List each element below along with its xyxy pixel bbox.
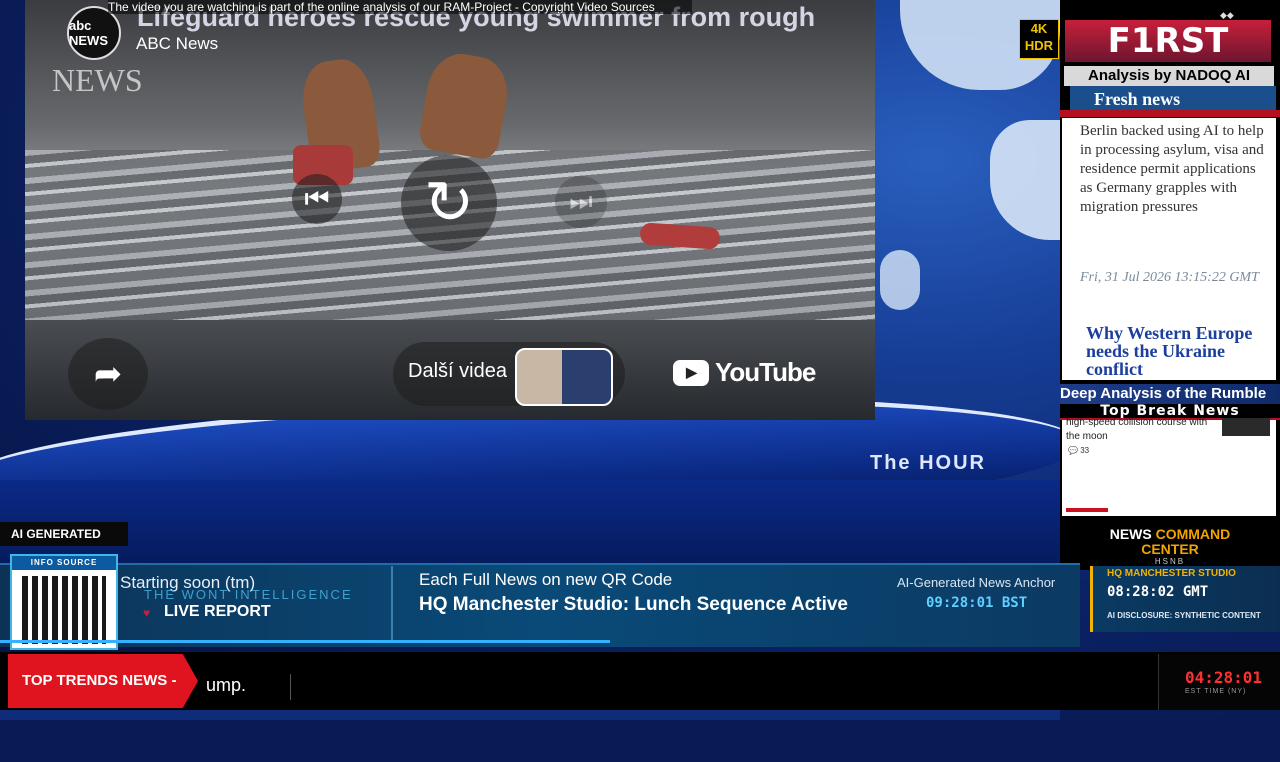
video-frame-lifeguard — [416, 48, 514, 162]
more-videos-label: Další videa — [408, 360, 507, 382]
video-player[interactable]: abc NEWS Lifeguard heroes rescue young s… — [25, 0, 875, 420]
live-report-label: LIVE REPORT — [164, 603, 271, 620]
footer-strip — [0, 710, 1060, 720]
divider — [391, 566, 393, 640]
bst-time: 09:28:01 BST — [926, 595, 1028, 611]
news-watermark: NEWS — [52, 62, 143, 98]
fresh-news-header: Fresh news — [1070, 86, 1276, 110]
comment-icon: 💬 — [1068, 446, 1078, 455]
next-headline-link[interactable]: Why Western Europe needs the Ukraine con… — [1086, 324, 1272, 378]
manchester-studio-box: HQ MANCHESTER STUDIO 08:28:02 GMT AI DIS… — [1090, 566, 1280, 632]
ny-clock-time: 04:28:01 — [1185, 668, 1263, 687]
more-videos-button[interactable]: Další videa — [393, 342, 625, 406]
replay-icon: ↻ — [423, 169, 475, 236]
replay-button[interactable]: ↻ — [401, 155, 497, 251]
fresh-news-card[interactable]: Berlin backed using AI to help in proces… — [1062, 118, 1276, 380]
youtube-logo[interactable]: ▶ YouTube — [673, 357, 816, 388]
share-icon: ➦ — [93, 355, 123, 393]
info-source-qr[interactable]: INFO SOURCE — [10, 554, 118, 650]
divider — [1060, 110, 1280, 117]
break-news-progress — [1066, 508, 1108, 512]
4k-hdr-badge: 4K HDR — [1019, 19, 1059, 59]
wont-intelligence-label: THE WONT INTELLIGENCE — [144, 587, 353, 602]
youtube-play-icon: ▶ — [673, 359, 709, 386]
break-news-card[interactable]: high-speed collision course with the moo… — [1062, 417, 1276, 516]
ny-clock-label: EST TIME (NY) — [1185, 688, 1247, 695]
divider — [290, 674, 291, 700]
break-news-text: high-speed collision course with the moo… — [1066, 417, 1208, 442]
segment-progress-bar — [0, 640, 610, 643]
comment-count: 💬 33 — [1068, 446, 1090, 455]
deep-analysis-bar: Deep Analysis of the Rumble — [1060, 384, 1280, 404]
ai-generated-badge: AI GENERATED — [0, 522, 128, 546]
top-trends-label: TOP TRENDS NEWS - US — [8, 654, 198, 708]
copyright-disclaimer: The video you are watching is part of th… — [108, 0, 692, 14]
anchor-label: AI-Generated News Anchor — [897, 575, 1056, 590]
skip-next-icon: ⏭ — [569, 186, 593, 216]
more-videos-thumbnail — [515, 348, 613, 406]
fresh-news-date: Fri, 31 Jul 2026 13:15:22 GMT — [1080, 270, 1259, 285]
share-button[interactable]: ➦ — [68, 338, 148, 410]
skip-previous-button[interactable]: ⏮ — [292, 174, 342, 224]
analysis-label: Analysis by NADOQ AI — [1064, 66, 1274, 86]
studio-desk — [0, 480, 1060, 570]
map-graphic — [880, 250, 920, 310]
first-alert-banner: F1RST ALERT — [1065, 20, 1271, 103]
main-headline: HQ Manchester Studio: Lunch Sequence Act… — [419, 594, 848, 615]
channel-name[interactable]: ABC News — [136, 34, 218, 54]
manchester-studio-title: HQ MANCHESTER STUDIO — [1107, 568, 1236, 579]
skip-previous-icon: ⏮ — [304, 182, 330, 214]
ny-clock: 04:28:01 EST TIME (NY) — [1158, 654, 1280, 710]
live-dot-icon: ♥ — [143, 606, 151, 620]
ticker-text: ump. — [206, 675, 247, 695]
fresh-news-text: Berlin backed using AI to help in proces… — [1080, 123, 1264, 215]
skip-next-button[interactable]: ⏭ — [555, 176, 607, 228]
channel-logo[interactable]: abc NEWS — [67, 6, 121, 60]
ai-disclosure: AI DISCLOSURE: SYNTHETIC CONTENT — [1107, 611, 1261, 620]
info-source-label: INFO SOURCE — [12, 556, 116, 570]
qr-news-label: Each Full News on new QR Code — [419, 570, 673, 589]
gmt-time: 08:28:02 GMT — [1107, 584, 1209, 600]
news-command-center-logo: NEWS COMMAND CENTER HSNB — [1060, 520, 1280, 570]
qr-code — [22, 576, 106, 644]
break-news-thumbnail — [1222, 418, 1270, 436]
the-hour-label: The HOUR — [870, 452, 986, 474]
